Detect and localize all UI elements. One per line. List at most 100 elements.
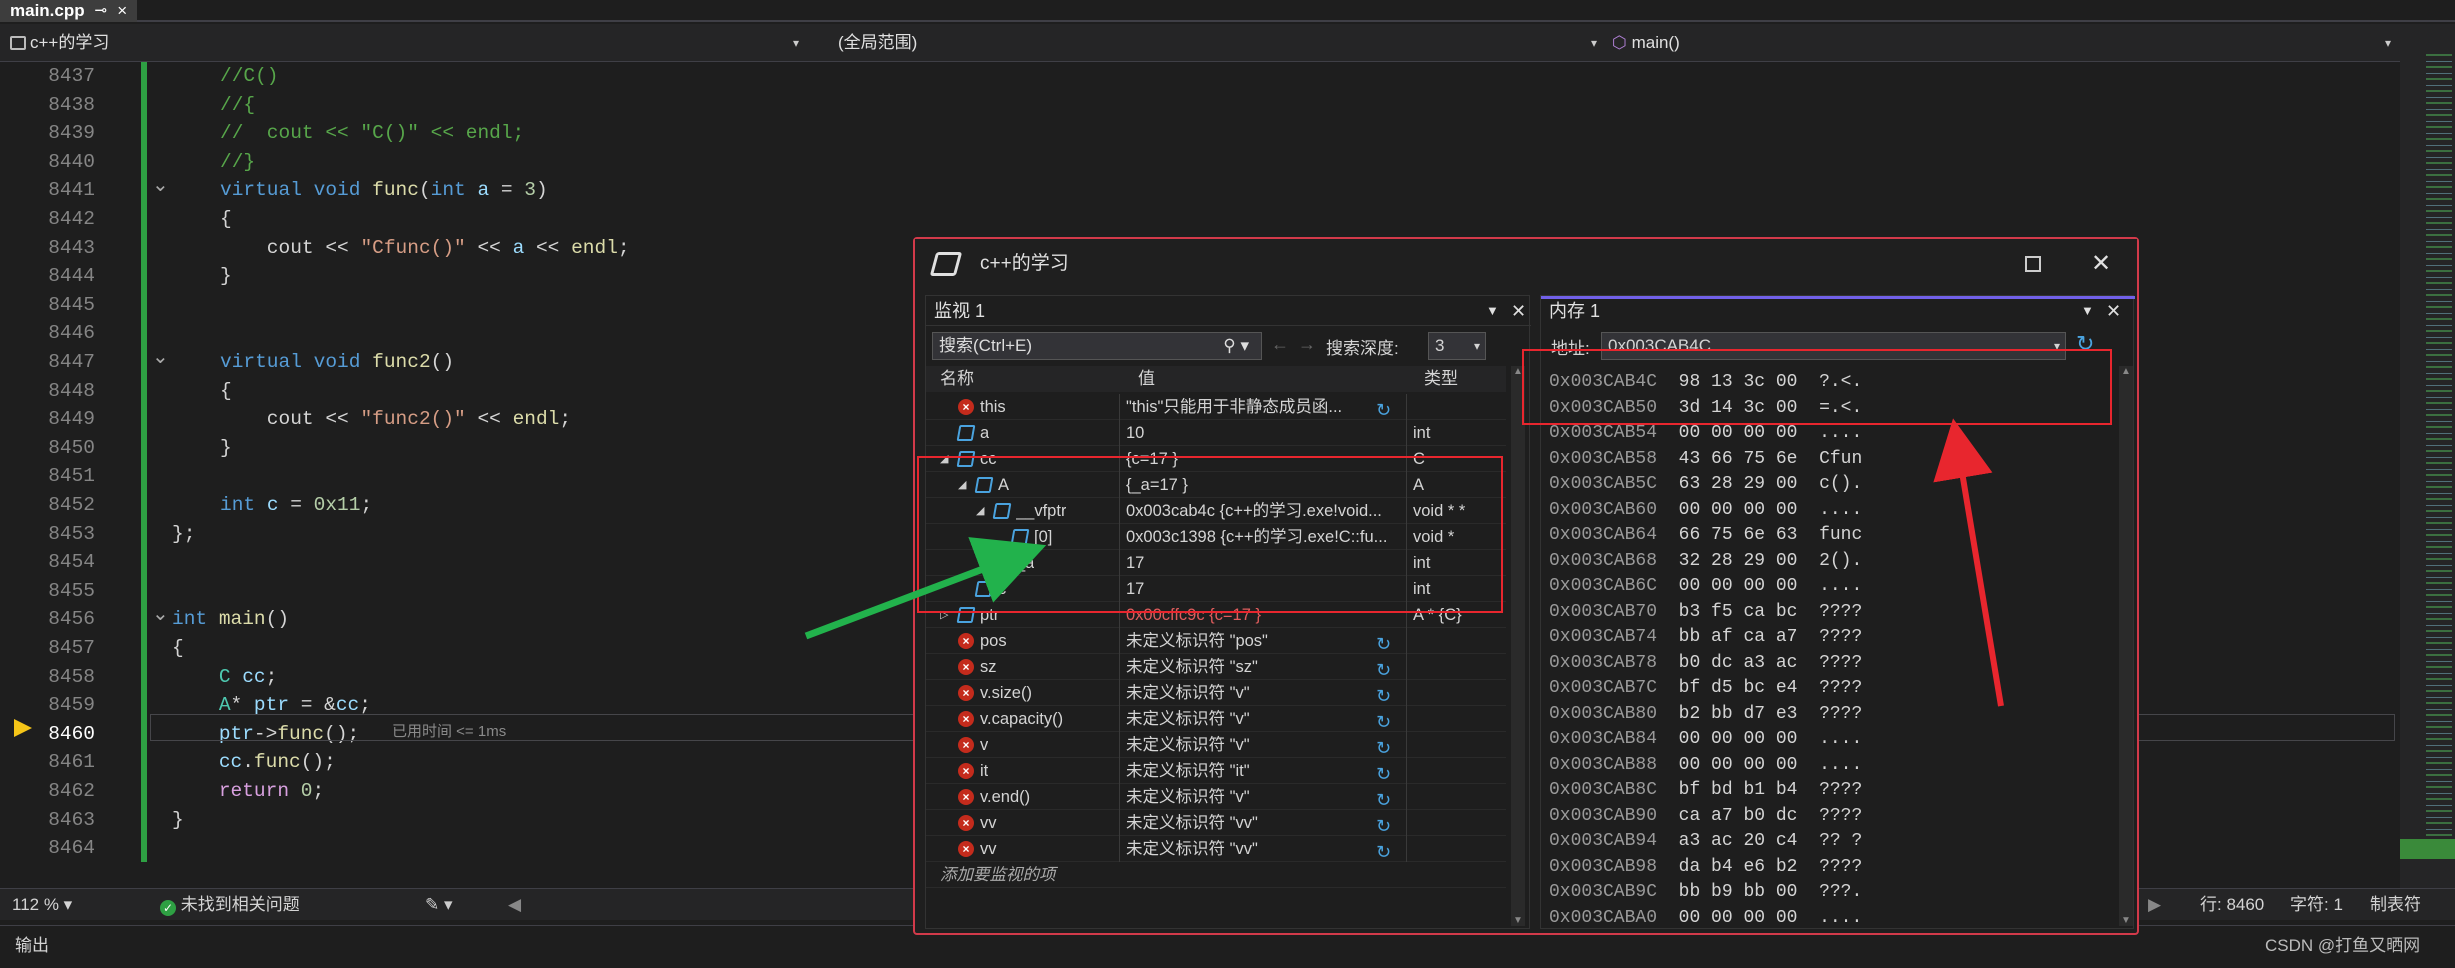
watch-row[interactable]: × it 未定义标识符 "it" ↻	[926, 758, 1506, 784]
scope-dropdown[interactable]: (全局范围) ▾	[838, 30, 1603, 56]
watch-row[interactable]: a 10 int	[926, 420, 1506, 446]
watch-value: 未定义标识符 "vv"	[1126, 814, 1258, 832]
memory-address: 0x003CAB78	[1549, 652, 1658, 673]
memory-row[interactable]: 0x003CAB5C 63 28 29 00 c().	[1549, 472, 1862, 498]
col-value[interactable]: 值	[1138, 366, 1155, 392]
memory-row[interactable]: 0x003CAB78 b0 dc a3 ac ????	[1549, 651, 1862, 677]
close-icon[interactable]: ✕	[2091, 239, 2111, 289]
code-line[interactable]: int c = 0x11;	[220, 491, 372, 520]
memory-row[interactable]: 0x003CAB58 43 66 75 6e Cfun	[1549, 447, 1862, 473]
memory-row[interactable]: 0x003CAB74 bb af ca a7 ????	[1549, 625, 1862, 651]
memory-scrollbar[interactable]: ▲ ▼	[2119, 366, 2133, 926]
code-line[interactable]: //{	[220, 91, 255, 120]
watch-row[interactable]: × v.size() 未定义标识符 "v" ↻	[926, 680, 1506, 706]
watch-scrollbar[interactable]: ▲ ▼	[1511, 366, 1525, 926]
column-divider	[1119, 758, 1120, 784]
code-line[interactable]: // cout << "C()" << endl;	[220, 119, 524, 148]
col-name[interactable]: 名称	[940, 366, 974, 392]
watch-row[interactable]: × vv 未定义标识符 "vv" ↻	[926, 836, 1506, 862]
tabs-indicator[interactable]: 制表符	[2370, 889, 2421, 921]
minimap-viewport[interactable]	[2400, 839, 2455, 859]
memory-bytes: 43 66 75 6e	[1678, 448, 1798, 469]
memory-row[interactable]: 0x003CAB7C bf d5 bc e4 ????	[1549, 676, 1862, 702]
watch-search-input[interactable]: 搜索(Ctrl+E) ⚲ ▾	[932, 332, 1262, 360]
fold-chevron-icon[interactable]: ⌄	[152, 172, 169, 197]
memory-row[interactable]: 0x003CAB9C bb b9 bb 00 ???.	[1549, 880, 1862, 906]
add-watch-row[interactable]: 添加要监视的项	[926, 862, 1506, 888]
memory-row[interactable]: 0x003CAB88 00 00 00 00 ....	[1549, 753, 1862, 779]
code-line[interactable]: cc.func();	[172, 748, 336, 777]
line-number: 8456	[48, 608, 95, 631]
line-number: 8458	[48, 665, 95, 688]
code-line[interactable]: //}	[220, 148, 255, 177]
back-arrow-icon[interactable]: ←	[1271, 334, 1289, 355]
search-depth-dropdown[interactable]: 3 ▾	[1428, 332, 1486, 360]
watch-row[interactable]: × vv 未定义标识符 "vv" ↻	[926, 810, 1506, 836]
code-line[interactable]: virtual void func(int a = 3)	[220, 176, 548, 205]
col-type[interactable]: 类型	[1424, 366, 1458, 392]
memory-row[interactable]: 0x003CAB8C bf bd b1 b4 ????	[1549, 778, 1862, 804]
minimap-scrollbar[interactable]	[2400, 24, 2455, 888]
scroll-left-icon[interactable]: ◀	[508, 889, 521, 921]
issues-status[interactable]: ✓ 未找到相关问题	[160, 889, 300, 921]
code-line[interactable]: C cc;	[172, 663, 278, 692]
line-number: 8437	[48, 65, 95, 87]
pin-icon[interactable]: ⊸	[95, 0, 108, 22]
tab-title: main.cpp	[10, 1, 85, 20]
code-line[interactable]: return 0;	[172, 777, 324, 806]
forward-arrow-icon[interactable]: →	[1298, 334, 1316, 355]
code-line[interactable]: }	[172, 806, 184, 835]
watch-row[interactable]: × v.capacity() 未定义标识符 "v" ↻	[926, 706, 1506, 732]
function-dropdown[interactable]: ⬡ main() ▾	[1612, 30, 2397, 56]
code-line[interactable]: cout << "func2()" << endl;	[220, 405, 571, 434]
memory-row[interactable]: 0x003CAB70 b3 f5 ca bc ????	[1549, 600, 1862, 626]
memory-row[interactable]: 0x003CAB64 66 75 6e 63 func	[1549, 523, 1862, 549]
memory-row[interactable]: 0x003CAB68 32 28 29 00 2().	[1549, 549, 1862, 575]
code-line[interactable]: //C()	[220, 62, 279, 91]
memory-row[interactable]: 0x003CAB80 b2 bb d7 e3 ????	[1549, 702, 1862, 728]
watch-row[interactable]: × v 未定义标识符 "v" ↻	[926, 732, 1506, 758]
maximize-icon[interactable]	[2025, 256, 2041, 272]
close-icon[interactable]: ×	[117, 0, 127, 22]
code-line[interactable]: {	[220, 205, 232, 234]
code-line[interactable]: {	[172, 634, 184, 663]
code-line[interactable]: {	[220, 377, 232, 406]
code-line[interactable]: cout << "Cfunc()" << a << endl;	[220, 234, 630, 263]
zoom-dropdown[interactable]: 112 % ▾	[12, 889, 72, 921]
tab-main-cpp[interactable]: main.cpp ⊸ ×	[0, 0, 138, 22]
memory-row[interactable]: 0x003CAB90 ca a7 b0 dc ????	[1549, 804, 1862, 830]
fold-chevron-icon[interactable]: ⌄	[152, 344, 169, 369]
code-line[interactable]: };	[172, 520, 195, 549]
watch-row[interactable]: × this "this"只能用于非静态成员函... ↻	[926, 394, 1506, 420]
code-line[interactable]: int main()	[172, 605, 289, 634]
minimap-lines	[2426, 54, 2452, 854]
memory-row[interactable]: 0x003CAB84 00 00 00 00 ....	[1549, 727, 1862, 753]
chevron-down-icon[interactable]: ▼	[2081, 296, 2094, 326]
project-dropdown[interactable]: c++的学习 ▾	[10, 30, 805, 56]
watch-row[interactable]: × pos 未定义标识符 "pos" ↻	[926, 628, 1506, 654]
code-line[interactable]: }	[220, 262, 232, 291]
column-divider	[1406, 784, 1407, 810]
watch-row[interactable]: × v.end() 未定义标识符 "v" ↻	[926, 784, 1506, 810]
debug-window-titlebar[interactable]: c++的学习 ✕	[915, 239, 2137, 289]
memory-text: func	[1819, 525, 1863, 545]
memory-row[interactable]: 0x003CABA0 00 00 00 00 ....	[1549, 906, 1862, 926]
memory-row[interactable]: 0x003CAB60 00 00 00 00 ....	[1549, 498, 1862, 524]
memory-row[interactable]: 0x003CAB94 a3 ac 20 c4 ?? ?	[1549, 829, 1862, 855]
memory-row[interactable]: 0x003CAB98 da b4 e6 b2 ????	[1549, 855, 1862, 881]
code-line[interactable]: virtual void func2()	[220, 348, 454, 377]
fold-chevron-icon[interactable]: ⌄	[152, 601, 169, 626]
scroll-right-icon[interactable]: ▶	[2148, 889, 2161, 921]
memory-address: 0x003CAB94	[1549, 831, 1658, 851]
close-icon[interactable]: ✕	[1511, 296, 1526, 326]
brush-icon[interactable]: ✎ ▾	[425, 889, 453, 921]
output-title[interactable]: 输出	[15, 926, 49, 966]
close-icon[interactable]: ✕	[2106, 296, 2121, 326]
watch-row[interactable]: × sz 未定义标识符 "sz" ↻	[926, 654, 1506, 680]
code-line[interactable]: }	[220, 434, 232, 463]
chevron-down-icon[interactable]: ▼	[1486, 296, 1499, 326]
line-number: 8463	[48, 808, 95, 831]
memory-row[interactable]: 0x003CAB6C 00 00 00 00 ....	[1549, 574, 1862, 600]
watch-value: 未定义标识符 "v"	[1126, 684, 1250, 702]
memory-bytes: b0 dc a3 ac	[1678, 652, 1798, 673]
